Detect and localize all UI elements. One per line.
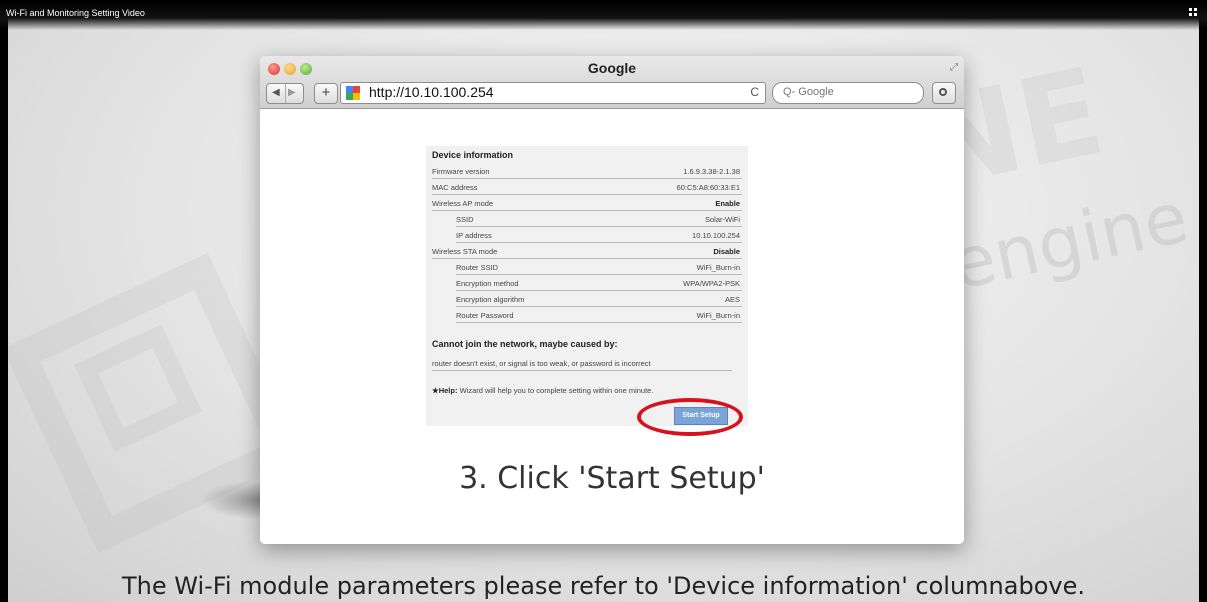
help-note: ★Help: Wizard will help you to complete … (432, 386, 653, 395)
device-info-row: Encryption method WPA/WPA2-PSK (456, 274, 742, 291)
video-title[interactable]: Wi-Fi and Monitoring Setting Video (6, 8, 145, 18)
row-value: WiFi_Burn-in (696, 311, 740, 320)
step-caption: 3. Click 'Start Setup' (459, 461, 765, 496)
failure-reason: router doesn't exist, or signal is too w… (432, 355, 732, 371)
device-info-row: SSID Solar-WiFi (456, 210, 742, 227)
help-label: ★Help: (432, 386, 458, 395)
row-label: Firmware version (432, 167, 490, 176)
row-label: MAC address (432, 183, 478, 192)
reload-icon[interactable]: C (750, 85, 759, 99)
row-value: AES (724, 295, 740, 304)
row-value: 1.6.9.3.38-2.1.38 (683, 167, 740, 176)
row-label: Encryption method (456, 279, 519, 288)
device-info-row: Router Password WiFi_Burn-in (456, 306, 742, 323)
row-label: SSID (456, 215, 474, 224)
browser-toolbar: Google ⤢ ◀ ▶ + http://10.10.100.254 C Q-… (260, 56, 964, 109)
row-label: Router Password (456, 311, 514, 320)
google-favicon-icon (346, 86, 360, 100)
device-info-row: Router SSID WiFi_Burn-in (456, 258, 742, 275)
user-account-button[interactable] (932, 82, 956, 104)
row-label: Wireless STA mode (432, 247, 498, 256)
help-text: Wizard will help you to complete setting… (459, 386, 654, 395)
fullscreen-icon[interactable]: ⤢ (950, 62, 958, 73)
user-icon (939, 88, 947, 96)
letterbox-right (1199, 0, 1207, 602)
letterbox-left (0, 0, 8, 602)
add-bookmark-button[interactable]: + (314, 83, 338, 104)
row-value: Enable (715, 199, 740, 208)
search-input[interactable]: Q- Google (772, 82, 924, 104)
row-value: WPA/WPA2-PSK (683, 279, 740, 288)
forward-icon[interactable]: ▶ (288, 87, 296, 98)
nav-buttons: ◀ ▶ (266, 83, 304, 104)
row-value: Disable (713, 247, 740, 256)
row-value: Solar-WiFi (705, 215, 740, 224)
device-info-title: Device information (432, 150, 514, 160)
cannot-join-heading: Cannot join the network, maybe caused by… (432, 339, 618, 349)
video-top-bar: Wi-Fi and Monitoring Setting Video (0, 0, 1207, 30)
row-value: 60:C5:A8:60:33:E1 (676, 183, 740, 192)
device-info-row: Encryption algorithm AES (456, 290, 742, 307)
window-title: Google (587, 60, 637, 76)
row-label: Encryption algorithm (456, 295, 525, 304)
url-text[interactable]: http://10.10.100.254 (369, 84, 494, 100)
browser-window: Google ⤢ ◀ ▶ + http://10.10.100.254 C Q-… (260, 56, 964, 544)
row-label: Wireless AP mode (432, 199, 494, 208)
video-subtitle: The Wi-Fi module parameters please refer… (122, 572, 1085, 600)
highlight-circle (637, 398, 743, 436)
device-info-row: MAC address 60:C5:A8:60:33:E1 (432, 178, 742, 195)
device-info-row: IP address 10.10.100.254 (456, 226, 742, 243)
row-label: Router SSID (456, 263, 499, 272)
row-value: WiFi_Burn-in (696, 263, 740, 272)
row-value: 10.10.100.254 (692, 231, 740, 240)
nav-divider (285, 84, 286, 103)
device-info-row: Wireless STA mode Disable (432, 242, 742, 259)
back-icon[interactable]: ◀ (272, 87, 280, 98)
search-placeholder: Q- Google (783, 86, 834, 98)
address-bar[interactable]: http://10.10.100.254 C (340, 82, 766, 104)
device-information-panel: Device information Firmware version 1.6.9… (426, 146, 748, 426)
menu-icon[interactable] (1189, 8, 1199, 18)
device-info-row: Wireless AP mode Enable (432, 194, 742, 211)
device-info-row: Firmware version 1.6.9.3.38-2.1.38 (432, 162, 742, 179)
row-label: IP address (456, 231, 492, 240)
